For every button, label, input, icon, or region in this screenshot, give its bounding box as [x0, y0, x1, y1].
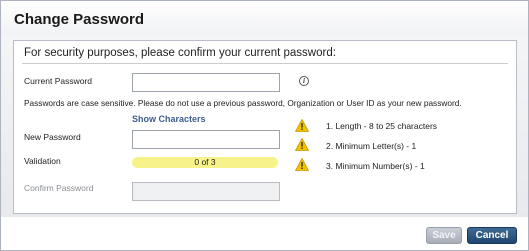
requirement-length: 1. Length - 8 to 25 characters: [326, 121, 438, 131]
warning-icon: [295, 119, 309, 132]
info-icon[interactable]: i: [299, 76, 309, 86]
dialog-header: Change Password: [1, 1, 528, 35]
password-rules-note: Passwords are case sensitive. Please do …: [24, 98, 462, 108]
security-intro-text: For security purposes, please confirm yo…: [24, 47, 336, 59]
password-form-panel: For security purposes, please confirm yo…: [13, 40, 517, 214]
show-characters-link[interactable]: Show Characters: [132, 114, 206, 124]
validation-meter: 0 of 3: [132, 157, 278, 168]
new-password-label: New Password: [24, 132, 81, 142]
save-button[interactable]: Save: [426, 227, 462, 244]
cancel-button[interactable]: Cancel: [467, 227, 517, 244]
warning-icon: [295, 158, 309, 171]
dialog-body: For security purposes, please confirm yo…: [1, 35, 528, 217]
dialog-title: Change Password: [14, 11, 145, 28]
requirement-min-letters: 2. Minimum Letter(s) - 1: [326, 141, 417, 151]
confirm-password-input[interactable]: [132, 182, 280, 201]
new-password-input[interactable]: [132, 130, 280, 149]
confirm-password-label: Confirm Password: [24, 183, 94, 193]
validation-label: Validation: [24, 156, 61, 166]
current-password-input[interactable]: [132, 73, 280, 92]
change-password-dialog: Change Password For security purposes, p…: [0, 0, 529, 251]
warning-icon: [295, 138, 309, 151]
divider: [22, 63, 508, 64]
current-password-label: Current Password: [24, 76, 93, 86]
requirement-min-numbers: 3. Minimum Number(s) - 1: [326, 161, 425, 171]
